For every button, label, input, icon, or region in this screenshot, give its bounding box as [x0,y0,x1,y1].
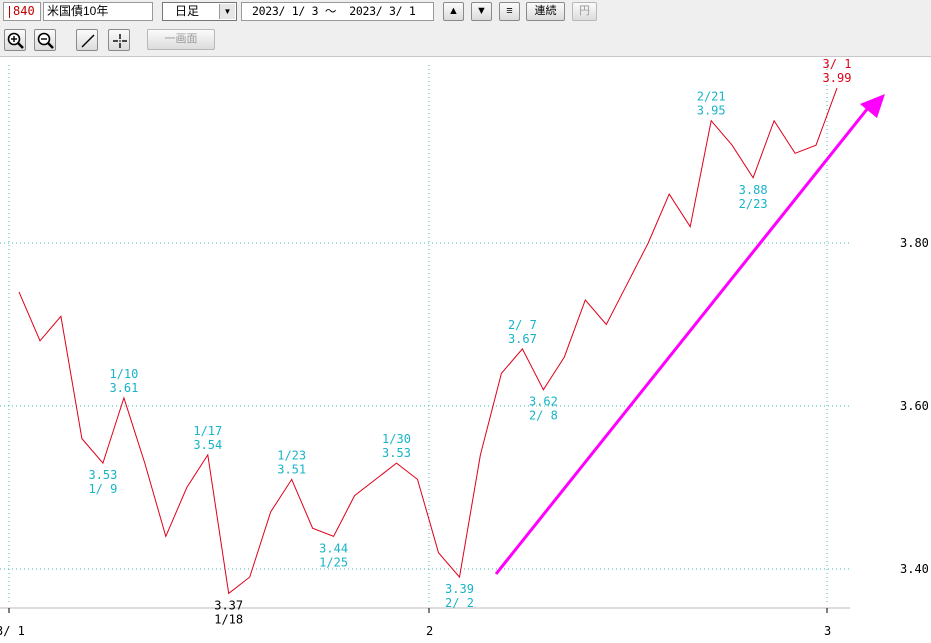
annotation-value: 3.61 [109,381,138,395]
yen-button[interactable]: 円 [572,2,597,21]
x-axis-labels: 3/ 1 2 3 [0,624,831,638]
annotation-value: 3.67 [508,332,537,346]
annotation-value: 3.62 [529,395,558,409]
y-tick-label: 3.40 [900,562,929,576]
list-icon: ≡ [506,5,513,17]
annotations: 3.531/ 91/103.611/173.543.371/181/233.51… [88,57,851,626]
x-tick-label: 3/ 1 [0,624,25,638]
annotation-value: 3.95 [697,104,726,118]
period-select-value: 日足 [175,4,200,18]
zoom-in-icon [7,32,24,49]
zoom-out-icon [37,32,54,49]
up-arrow-icon: ▲ [448,5,459,17]
zoom-in-button[interactable] [4,29,26,51]
annotation-date: 1/30 [382,432,411,446]
annotation-date: 1/25 [319,555,348,569]
trend-line-icon [81,34,95,48]
renzoku-button[interactable]: 連続 [526,2,565,21]
annotation-value: 3.99 [823,71,852,85]
annotation-date: 1/17 [193,424,222,438]
y-tick-label: 3.60 [900,399,929,413]
list-button[interactable]: ≡ [499,2,520,21]
symbol-name-field[interactable]: 米国債10年 [43,2,153,21]
draw-line-button[interactable] [76,29,98,51]
scroll-up-button[interactable]: ▲ [443,2,464,21]
annotation-date: 1/ 9 [88,482,117,496]
annotation-value: 3.88 [739,183,768,197]
single-screen-button[interactable]: 一画面 [147,29,215,50]
x-tick-label: 3 [824,624,831,638]
period-select[interactable]: 日足 ▼ [162,2,237,21]
date-range-field[interactable]: 2023/ 1/ 3 ～ 2023/ 3/ 1 [241,2,434,21]
y-axis-labels: 3.80 3.60 3.40 [900,236,929,576]
annotation-value: 3.51 [277,462,306,476]
chart-grid [0,65,850,613]
x-tick-label: 2 [426,624,433,638]
annotation-value: 3.53 [382,446,411,460]
zoom-out-button[interactable] [34,29,56,51]
trend-arrow-shaft [494,102,874,575]
annotation-date: 1/10 [109,367,138,381]
annotation-value: 3.37 [214,598,243,612]
annotation-value: 3.54 [193,438,222,452]
crosshair-button[interactable] [108,29,130,51]
scroll-down-button[interactable]: ▼ [471,2,492,21]
down-arrow-icon: ▼ [476,5,487,17]
chevron-down-icon[interactable]: ▼ [219,4,235,19]
price-chart: 3.80 3.60 3.40 3/ 1 2 3 3.531/ 91/103.61… [0,57,929,638]
toolbar: 840 米国債10年 日足 ▼ 2023/ 1/ 3 ～ 2023/ 3/ 1 … [0,0,931,57]
annotation-date: 2/ 7 [508,318,537,332]
annotation-value: 3.53 [88,468,117,482]
annotation-date: 1/18 [214,612,243,626]
annotation-date: 2/23 [739,197,768,211]
crosshair-icon [113,34,127,48]
annotation-value: 3.39 [445,582,474,596]
symbol-code-field[interactable]: 840 [3,2,41,21]
annotation-date: 3/ 1 [823,57,852,71]
annotation-date: 2/ 2 [445,596,474,610]
annotation-date: 2/21 [697,90,726,104]
annotation-date: 2/ 8 [529,409,558,423]
price-line [18,87,838,595]
y-tick-label: 3.80 [900,236,929,250]
annotation-value: 3.44 [319,541,348,555]
annotation-date: 1/23 [277,448,306,462]
